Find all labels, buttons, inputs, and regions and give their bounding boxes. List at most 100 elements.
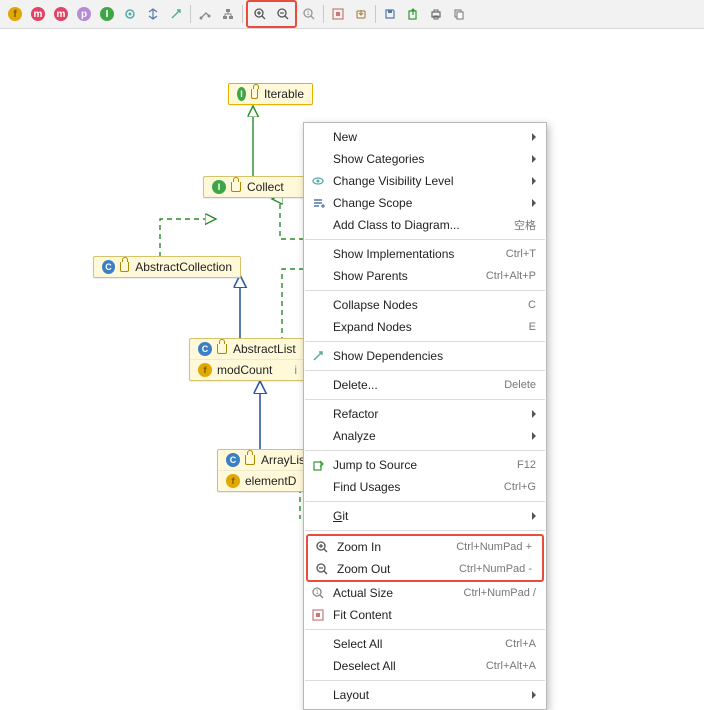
tb-dep-icon[interactable] — [165, 3, 187, 25]
menu-item[interactable]: Find UsagesCtrl+G — [304, 476, 546, 498]
tb-layout-icon[interactable] — [217, 3, 239, 25]
menu-item[interactable]: Layout — [304, 684, 546, 706]
menu-separator — [305, 341, 545, 342]
menu-item[interactable]: Zoom OutCtrl+NumPad - — [308, 558, 542, 580]
blank-icon — [310, 151, 326, 167]
interface-icon: I — [237, 87, 246, 101]
menu-label: Add Class to Diagram... — [333, 218, 460, 232]
menu-item[interactable]: Fit Content — [304, 604, 546, 626]
menu-item[interactable]: Delete... Delete — [304, 374, 546, 396]
print-icon[interactable] — [425, 3, 447, 25]
menu-shortcut: Ctrl+Alt+P — [486, 270, 536, 282]
menu-item[interactable]: Analyze — [304, 425, 546, 447]
menu-label: New — [333, 130, 357, 144]
menu-label: Delete... — [333, 378, 378, 392]
jump-icon — [310, 457, 326, 473]
node-label: elementD — [245, 474, 296, 488]
blank-icon — [310, 687, 326, 703]
menu-shortcut: 空格 — [514, 217, 536, 233]
menu-item[interactable]: Change Scope — [304, 192, 546, 214]
menu-item[interactable]: Collapse Nodes C — [304, 294, 546, 316]
menu-shortcut: E — [529, 321, 536, 333]
menu-separator — [305, 680, 545, 681]
tb-scope-icon[interactable] — [142, 3, 164, 25]
menu-label: Collapse Nodes — [333, 298, 418, 312]
blank-icon — [310, 479, 326, 495]
menu-shortcut: Ctrl+NumPad - — [459, 563, 532, 575]
fit-icon[interactable] — [327, 3, 349, 25]
node-iterable[interactable]: IIterable — [228, 83, 313, 105]
tb-inner-icon[interactable]: I — [96, 3, 118, 25]
blank-icon — [310, 129, 326, 145]
menu-shortcut: C — [528, 299, 536, 311]
zout-icon — [314, 561, 330, 577]
node-label: AbstractList — [233, 342, 296, 356]
blank-icon — [310, 217, 326, 233]
lock-icon — [120, 262, 129, 272]
zoom-in-icon[interactable] — [249, 3, 271, 25]
menu-item[interactable]: Refactor — [304, 403, 546, 425]
blank-icon — [310, 268, 326, 284]
node-abstract-collection[interactable]: CAbstractCollection — [93, 256, 241, 278]
menu-item[interactable]: Show ImplementationsCtrl+T — [304, 243, 546, 265]
export-icon[interactable] — [350, 3, 372, 25]
tb-methods-icon[interactable]: m — [27, 3, 49, 25]
actual-size-icon[interactable]: 1 — [298, 3, 320, 25]
menu-shortcut: Ctrl+Alt+A — [486, 660, 536, 672]
save-icon[interactable] — [379, 3, 401, 25]
export2-icon[interactable] — [402, 3, 424, 25]
copy-icon[interactable] — [448, 3, 470, 25]
menu-label: Layout — [333, 688, 369, 702]
menu-item[interactable]: Git — [304, 505, 546, 527]
scope-icon — [310, 195, 326, 211]
menu-separator — [305, 290, 545, 291]
menu-item[interactable]: New — [304, 126, 546, 148]
menu-item[interactable]: Show Dependencies — [304, 345, 546, 367]
diagram-canvas[interactable]: IIterable I Collect CAbstractCollection C… — [0, 29, 704, 609]
tb-properties-icon[interactable]: p — [73, 3, 95, 25]
tb-fields-icon[interactable]: f — [4, 3, 26, 25]
node-label: Collect — [247, 180, 284, 194]
menu-item[interactable]: Show ParentsCtrl+Alt+P — [304, 265, 546, 287]
menu-item[interactable]: Deselect AllCtrl+Alt+A — [304, 655, 546, 677]
tb-vis-icon[interactable] — [119, 3, 141, 25]
menu-item[interactable]: Select All Ctrl+A — [304, 633, 546, 655]
lock-icon — [245, 455, 255, 465]
zoom-menu-highlight: Zoom In Ctrl+NumPad + Zoom OutCtrl+NumPad … — [306, 534, 544, 582]
menu-item[interactable]: Zoom In Ctrl+NumPad + — [308, 536, 542, 558]
menu-label: Select All — [333, 637, 382, 651]
fit-icon — [310, 607, 326, 623]
menu-label: Zoom In — [337, 540, 381, 554]
menu-shortcut: Delete — [504, 379, 536, 391]
blank-icon — [310, 508, 326, 524]
menu-item[interactable]: Add Class to Diagram... 空格 — [304, 214, 546, 236]
menu-item[interactable]: Expand NodesE — [304, 316, 546, 338]
interface-icon: I — [212, 180, 226, 194]
menu-item[interactable]: 1Actual SizeCtrl+NumPad / — [304, 582, 546, 604]
zoom-out-icon[interactable] — [272, 3, 294, 25]
blank-icon — [310, 658, 326, 674]
tb-edge-icon[interactable] — [194, 3, 216, 25]
context-menu: New Show Categories Change Visibility Leve… — [303, 122, 547, 710]
menu-item[interactable]: Show Categories — [304, 148, 546, 170]
menu-item[interactable]: Jump to Source F12 — [304, 454, 546, 476]
field-icon: f — [226, 474, 240, 488]
menu-label: Show Implementations — [333, 247, 454, 261]
menu-item[interactable]: Change Visibility Level — [304, 170, 546, 192]
field-icon: f — [198, 363, 212, 377]
menu-shortcut: Ctrl+NumPad + — [456, 541, 532, 553]
menu-shortcut: Ctrl+A — [505, 638, 536, 650]
blank-icon — [310, 319, 326, 335]
node-abstract-list[interactable]: CAbstractList fmodCounti — [189, 338, 306, 381]
menu-label: Jump to Source — [333, 458, 417, 472]
menu-separator — [305, 530, 545, 531]
menu-separator — [305, 501, 545, 502]
menu-label: Analyze — [333, 429, 376, 443]
menu-label: Show Categories — [333, 152, 424, 166]
vis-icon — [310, 173, 326, 189]
menu-shortcut: F12 — [517, 459, 536, 471]
menu-label: Git — [333, 509, 348, 523]
node-collection[interactable]: I Collect — [203, 176, 305, 198]
tb-methods2-icon[interactable]: m — [50, 3, 72, 25]
menu-separator — [305, 450, 545, 451]
